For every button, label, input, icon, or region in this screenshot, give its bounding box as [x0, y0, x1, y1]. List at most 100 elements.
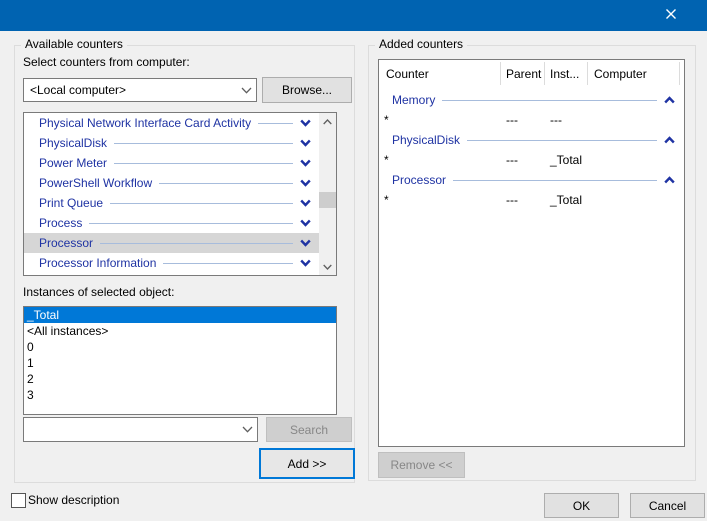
counter-group-row[interactable]: Memory	[379, 90, 684, 110]
counter-leader-line	[110, 203, 293, 204]
remove-button[interactable]: Remove <<	[378, 452, 465, 478]
instance-item[interactable]: 1	[24, 355, 336, 371]
group-leader-line	[467, 140, 657, 141]
title-bar	[0, 0, 707, 31]
instances-label: Instances of selected object:	[23, 285, 174, 299]
counter-leader-line	[114, 143, 293, 144]
counter-name: Process	[39, 216, 82, 230]
search-combo[interactable]	[23, 417, 258, 442]
added-counters-table: Counter Parent Inst... Computer Memory*-…	[378, 59, 685, 447]
counter-item[interactable]: PhysicalDisk	[24, 133, 319, 153]
chevron-down-icon[interactable]	[300, 139, 311, 147]
instances-list: _Total<All instances>0123	[23, 306, 337, 415]
counter-leader-line	[89, 223, 293, 224]
column-header-parent[interactable]: Parent	[500, 60, 550, 87]
chevron-up-icon[interactable]	[664, 136, 675, 144]
chevron-down-icon[interactable]	[236, 87, 256, 94]
table-header: Counter Parent Inst... Computer	[379, 60, 684, 87]
counter-leader-line	[114, 163, 293, 164]
counter-data-row[interactable]: * --- _Total	[379, 190, 684, 210]
chevron-down-icon[interactable]	[300, 119, 311, 127]
chevron-down-icon[interactable]	[300, 199, 311, 207]
close-icon	[665, 8, 677, 23]
counters-scrollbar[interactable]	[319, 113, 336, 275]
cell-counter: *	[384, 190, 389, 210]
counter-leader-line	[163, 263, 293, 264]
scroll-thumb[interactable]	[319, 192, 336, 208]
cell-counter: *	[384, 110, 389, 130]
instance-item[interactable]: _Total	[24, 307, 336, 323]
available-counters-group: Available counters Select counters from …	[14, 45, 355, 483]
column-separator	[679, 62, 680, 85]
chevron-down-icon[interactable]	[300, 179, 311, 187]
instance-item[interactable]: 3	[24, 387, 336, 403]
counter-leader-line	[159, 183, 293, 184]
table-body: Memory*------PhysicalDisk*---_TotalProce…	[379, 87, 684, 446]
chevron-down-icon[interactable]	[300, 219, 311, 227]
counter-leader-line	[100, 243, 293, 244]
instance-item[interactable]: <All instances>	[24, 323, 336, 339]
counter-item[interactable]: PowerShell Workflow	[24, 173, 319, 193]
show-description-label: Show description	[28, 493, 119, 507]
search-button[interactable]: Search	[266, 417, 352, 442]
cell-instance: ---	[550, 110, 562, 130]
scroll-up-icon[interactable]	[319, 113, 336, 130]
computer-combo-value: <Local computer>	[24, 83, 236, 97]
added-counters-group: Added counters Counter Parent Inst... Co…	[368, 45, 696, 481]
cancel-button[interactable]: Cancel	[630, 493, 705, 518]
group-leader-line	[453, 180, 657, 181]
group-leader-line	[442, 100, 657, 101]
counter-group-name: PhysicalDisk	[392, 133, 460, 147]
counter-name: PhysicalDisk	[39, 136, 107, 150]
counter-item[interactable]: Process	[24, 213, 319, 233]
chevron-up-icon[interactable]	[664, 176, 675, 184]
instance-item[interactable]: 2	[24, 371, 336, 387]
cell-parent: ---	[506, 190, 518, 210]
cell-parent: ---	[506, 150, 518, 170]
counter-name: PowerShell Workflow	[39, 176, 152, 190]
counter-name: Power Meter	[39, 156, 107, 170]
column-header-computer[interactable]: Computer	[587, 60, 686, 87]
counter-group-name: Processor	[392, 173, 446, 187]
available-counters-group-label: Available counters	[21, 37, 127, 51]
chevron-up-icon[interactable]	[664, 96, 675, 104]
show-description-checkbox[interactable]	[11, 493, 26, 508]
added-counters-group-label: Added counters	[375, 37, 467, 51]
cell-instance: _Total	[550, 190, 582, 210]
computer-combo[interactable]: <Local computer>	[23, 78, 257, 102]
counter-item[interactable]: Power Meter	[24, 153, 319, 173]
counter-name: Processor	[39, 236, 93, 250]
cell-parent: ---	[506, 110, 518, 130]
instance-item[interactable]: 0	[24, 339, 336, 355]
counter-group-row[interactable]: PhysicalDisk	[379, 130, 684, 150]
counter-group-row[interactable]: Processor	[379, 170, 684, 190]
chevron-down-icon[interactable]	[300, 239, 311, 247]
counter-leader-line	[258, 123, 293, 124]
counters-rows: Physical Network Interface Card Activity…	[24, 113, 319, 275]
cell-counter: *	[384, 150, 389, 170]
add-counters-dialog: { "window": { "close_icon": "x" }, "avai…	[0, 0, 707, 521]
counter-item[interactable]: Print Queue	[24, 193, 319, 213]
counter-name: Print Queue	[39, 196, 103, 210]
counters-list: Physical Network Interface Card Activity…	[23, 112, 337, 276]
counter-data-row[interactable]: * --- ---	[379, 110, 684, 130]
column-header-instance[interactable]: Inst...	[544, 60, 593, 87]
chevron-down-icon[interactable]	[300, 159, 311, 167]
select-computer-label: Select counters from computer:	[23, 55, 190, 69]
counter-item[interactable]: Processor Information	[24, 253, 319, 273]
scroll-down-icon[interactable]	[319, 258, 336, 275]
counter-item[interactable]: Processor	[24, 233, 319, 253]
counter-group-name: Memory	[392, 93, 435, 107]
cell-instance: _Total	[550, 150, 582, 170]
add-button[interactable]: Add >>	[259, 448, 355, 479]
browse-button[interactable]: Browse...	[262, 77, 352, 103]
column-header-counter[interactable]: Counter	[379, 60, 507, 87]
counter-item[interactable]: Physical Network Interface Card Activity	[24, 113, 319, 133]
counter-data-row[interactable]: * --- _Total	[379, 150, 684, 170]
counter-name: Physical Network Interface Card Activity	[39, 116, 251, 130]
close-button[interactable]	[647, 0, 694, 31]
chevron-down-icon[interactable]	[300, 259, 311, 267]
counter-name: Processor Information	[39, 256, 156, 270]
chevron-down-icon[interactable]	[237, 426, 257, 433]
ok-button[interactable]: OK	[544, 493, 619, 518]
